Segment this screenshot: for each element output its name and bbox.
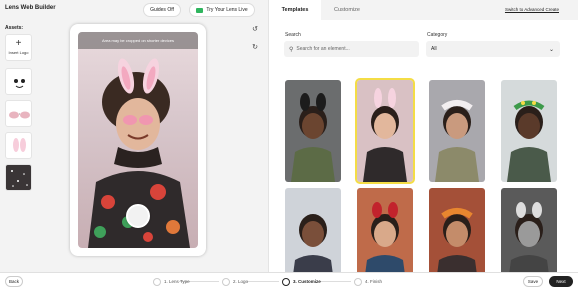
save-button[interactable]: Save: [523, 276, 543, 287]
panel-tabs: Templates Customize Switch to Advanced C…: [269, 0, 578, 20]
step-circle-icon: [354, 277, 362, 286]
phone-preview: Area may be cropped on shorter devices: [70, 24, 206, 256]
asset-glasses[interactable]: [5, 100, 32, 127]
try-lens-live-button[interactable]: Try Your Lens Live: [189, 3, 255, 17]
search-input[interactable]: [296, 46, 407, 52]
reset-icon[interactable]: ↻: [250, 42, 260, 52]
sparkles-icon: [11, 170, 28, 187]
step-label: 3. Customize: [293, 279, 321, 284]
tab-customize[interactable]: Customize: [321, 0, 373, 20]
asset-bunny-ears[interactable]: [5, 132, 32, 159]
next-button[interactable]: Next: [549, 276, 573, 287]
bunny-ears-icon: [13, 138, 26, 152]
step-circle-icon: [153, 277, 161, 286]
plus-icon: +: [15, 38, 22, 49]
asset-sparkles[interactable]: [5, 164, 32, 191]
template-thumbnail: [507, 100, 551, 182]
template-card[interactable]: [501, 80, 557, 182]
template-thumbnail: [291, 93, 335, 182]
camera-preview: Area may be cropped on shorter devices: [78, 32, 198, 248]
step-logo[interactable]: 2. Logo: [222, 277, 248, 286]
switch-advanced-link[interactable]: Switch to Advanced Create: [505, 7, 559, 12]
chevron-down-icon: ⌄: [548, 46, 554, 53]
try-lens-live-label: Try Your Lens Live: [206, 7, 248, 13]
category-value: All: [431, 46, 437, 52]
step-circle-icon: [282, 277, 290, 286]
top-bar: Lens Web Builder Guides Off Try Your Len…: [0, 0, 268, 20]
templates-panel: Templates Customize Switch to Advanced C…: [268, 0, 578, 289]
search-icon: ⚲: [289, 46, 294, 53]
asset-emoji-face[interactable]: [5, 68, 32, 95]
glasses-icon: [9, 111, 30, 119]
back-button[interactable]: Back: [5, 276, 23, 287]
step-finish[interactable]: 4. Finish: [354, 277, 382, 286]
step-label: 2. Logo: [233, 279, 249, 284]
category-label: Category: [427, 32, 448, 38]
template-card[interactable]: [429, 80, 485, 182]
template-thumbnail: [363, 88, 407, 182]
capture-button[interactable]: [126, 204, 150, 228]
insert-logo-button[interactable]: + Insert Logo: [5, 34, 32, 61]
template-thumbnail: [435, 100, 479, 182]
assets-label: Assets:: [5, 25, 24, 31]
step-label: 1. Lens Type: [164, 279, 190, 284]
step-label: 4. Finish: [365, 279, 383, 284]
search-label: Search: [285, 32, 301, 38]
search-field[interactable]: ⚲: [284, 41, 419, 57]
emoji-face-icon: [14, 79, 25, 88]
step-lens-type[interactable]: 1. Lens Type: [153, 277, 190, 286]
app-title: Lens Web Builder: [5, 5, 56, 11]
snapcode-icon: [196, 7, 204, 13]
rotate-icon[interactable]: ↺: [250, 24, 260, 34]
step-circle-icon: [222, 277, 230, 286]
template-card[interactable]: [355, 78, 415, 184]
template-card[interactable]: [285, 80, 341, 182]
tab-templates[interactable]: Templates: [269, 0, 321, 20]
step-customize[interactable]: 3. Customize: [282, 277, 321, 286]
category-select[interactable]: All ⌄: [426, 41, 560, 57]
guides-toggle-button[interactable]: Guides Off: [143, 3, 181, 17]
bottom-bar: Back 1. Lens Type 2. Logo 3. Customize 4…: [0, 272, 578, 289]
insert-logo-label: Insert Logo: [8, 50, 29, 55]
crop-notice: Area may be cropped on shorter devices: [78, 32, 198, 49]
